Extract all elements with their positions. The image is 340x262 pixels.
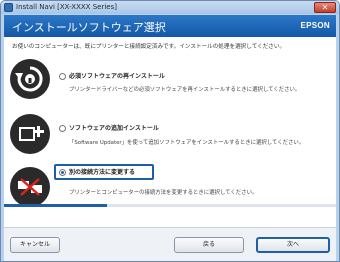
back-button[interactable]: 戻る	[174, 237, 244, 253]
option-add-software-title[interactable]: ソフトウェアの追加インストール	[69, 123, 159, 132]
footer-bar: キャンセル 戻る 次へ	[4, 227, 336, 261]
brand-logo: EPSON	[300, 21, 330, 30]
window-title: Install Navi [XX-XXXX Series]	[16, 3, 117, 11]
page-header: インストールソフトウェア選択 EPSON	[4, 15, 336, 37]
progress-fill	[4, 204, 107, 207]
option-change-connection-description: プリンターとコンピューターの接続方法を変更するときに選択してください。	[69, 190, 258, 196]
installer-window: Install Navi [XX-XXXX Series] ✕ インストールソフ…	[0, 0, 340, 262]
progress-bar	[4, 204, 336, 207]
reinstall-icon	[10, 59, 50, 99]
option-change-connection-title[interactable]: 別の接続方法に変更する	[69, 167, 135, 176]
option-change-connection-radio[interactable]	[59, 169, 66, 176]
page-title: インストールソフトウェア選択	[12, 21, 166, 34]
option-reinstall-radio[interactable]	[59, 73, 66, 80]
intro-text: お使いのコンピューターは、既にプリンターと接続設定済みです。インストールの処理を…	[12, 44, 286, 50]
app-icon	[4, 3, 13, 12]
option-add-software-radio[interactable]	[59, 125, 66, 132]
option-add-software-description: 「Software Updater」を使って追加ソフトウェアをインストールすると…	[69, 140, 305, 146]
option-reinstall-title[interactable]: 必須ソフトウェアの再インストール	[69, 71, 165, 80]
content-area: お使いのコンピューターは、既にプリンターと接続設定済みです。インストールの処理を…	[4, 37, 336, 227]
title-bar: Install Navi [XX-XXXX Series] ✕	[1, 1, 339, 14]
change-connection-icon	[10, 167, 50, 207]
cancel-button[interactable]: キャンセル	[10, 237, 60, 253]
option-reinstall-description: プリンタードライバーなどの必須ソフトウェアを再インストールするときに選択してくだ…	[69, 87, 301, 93]
next-button[interactable]: 次へ	[256, 237, 330, 253]
add-software-icon	[10, 114, 50, 154]
close-button[interactable]: ✕	[314, 2, 336, 13]
